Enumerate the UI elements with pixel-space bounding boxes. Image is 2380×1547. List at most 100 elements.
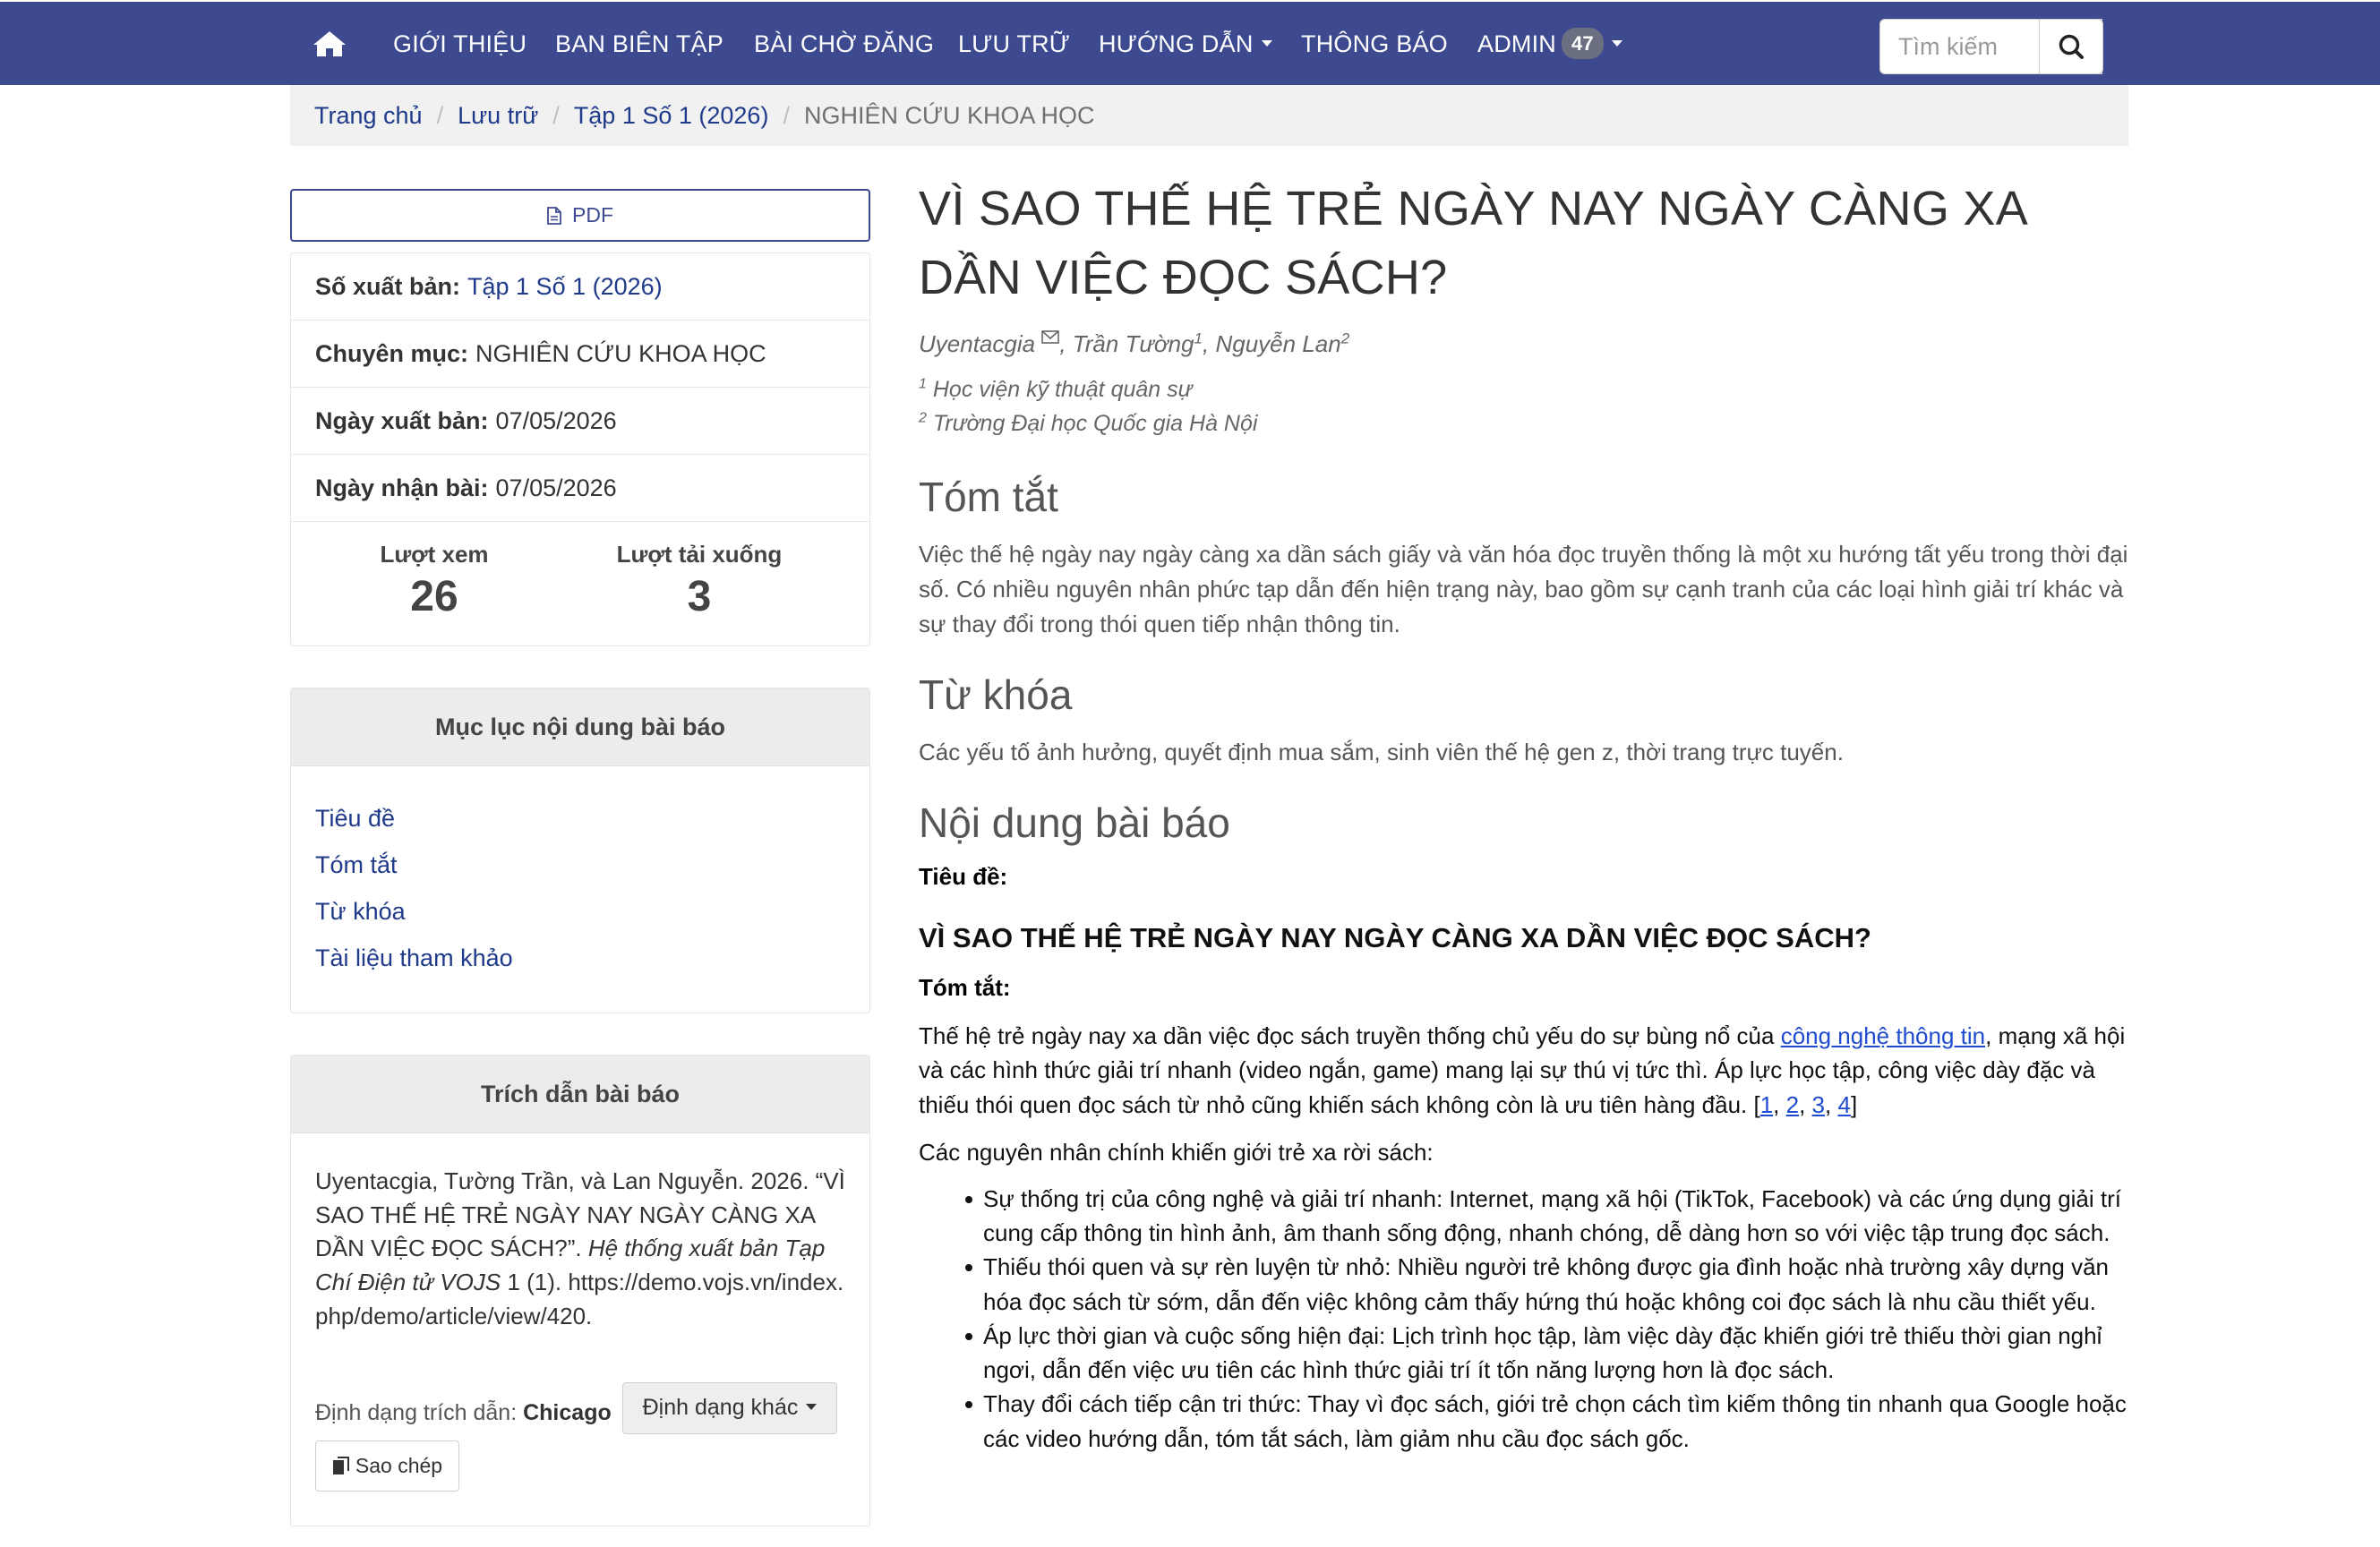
downloads-stat: Lượt tải xuống 3	[574, 538, 825, 623]
keywords-text: Các yếu tố ảnh hưởng, quyết định mua sắm…	[919, 738, 1844, 765]
affiliations: 1 Học viện kỹ thuật quân sự 2 Trường Đại…	[919, 373, 2128, 440]
views-count: 26	[410, 572, 458, 620]
received-row: Ngày nhận bài: 07/05/2026	[291, 455, 869, 522]
keywords-heading: Từ khóa	[919, 671, 1073, 719]
nav-editorial-board[interactable]: BAN BIÊN TẬP	[555, 27, 723, 61]
pdf-label: PDF	[572, 203, 613, 227]
pdf-download-button[interactable]: PDF	[290, 189, 870, 242]
list-item: Áp lực thời gian và cuộc sống hiện đại: …	[965, 1319, 2128, 1387]
citation-title: Trích dẫn bài báo	[291, 1056, 869, 1133]
abstract-text: Việc thế hệ ngày nay ngày càng xa dần sá…	[919, 541, 2128, 638]
ref-link[interactable]: 3	[1812, 1091, 1825, 1118]
citation-format-label: Định dạng trích dẫn:	[315, 1400, 518, 1425]
published-row: Ngày xuất bản: 07/05/2026	[291, 388, 869, 455]
search-icon	[2059, 34, 2084, 59]
author-name: Nguyễn Lan	[1215, 330, 1341, 358]
downloads-label: Lượt tải xuống	[616, 541, 783, 568]
affiliation-2: 2 Trường Đại học Quốc gia Hà Nội	[919, 407, 2128, 441]
content-heading: Nội dung bài báo	[919, 799, 1230, 846]
authors: Uyentacgia , Trần Tường1, Nguyễn Lan2	[919, 328, 2128, 361]
ref-link[interactable]: 1	[1760, 1091, 1773, 1118]
content-abstract-label: Tóm tắt:	[919, 970, 2128, 1004]
section-label: Chuyên mục:	[315, 339, 469, 367]
published-label: Ngày xuất bản:	[315, 406, 489, 434]
chevron-down-icon	[806, 1403, 818, 1410]
section-row: Chuyên mục: NGHIÊN CỨU KHOA HỌC	[291, 321, 869, 388]
nav-announcements[interactable]: THÔNG BÁO	[1301, 27, 1448, 61]
article-info-box: Số xuất bản: Tập 1 Số 1 (2026) Chuyên mụ…	[290, 252, 870, 646]
article-title: VÌ SAO THẾ HỆ TRẺ NGÀY NAY NGÀY CÀNG XA …	[919, 182, 2026, 304]
search-button[interactable]	[2039, 19, 2103, 74]
chevron-down-icon	[1261, 40, 1272, 47]
received-label: Ngày nhận bài:	[315, 474, 489, 501]
issue-link[interactable]: Tập 1 Số 1 (2026)	[467, 269, 663, 303]
copy-button[interactable]: Sao chép	[315, 1440, 459, 1491]
other-format-dropdown[interactable]: Định dạng khác	[622, 1382, 837, 1434]
causes-list: Sự thống trị của công nghệ và giải trí n…	[965, 1182, 2128, 1456]
body-paragraph: Thế hệ trẻ ngày nay xa dần việc đọc sách…	[919, 1022, 2126, 1118]
views-stat: Lượt xem 26	[309, 538, 560, 623]
causes-intro: Các nguyên nhân chính khiến giới trẻ xa …	[919, 1138, 1434, 1166]
breadcrumb-current: NGHIÊN CỨU KHOA HỌC	[803, 101, 1095, 129]
citation-panel: Trích dẫn bài báo Uyentacgia, Tường Trần…	[290, 1055, 870, 1526]
other-format-label: Định dạng khác	[642, 1395, 799, 1421]
toc-item-references[interactable]: Tài liệu tham khảo	[315, 941, 513, 975]
body-text-part: ]	[1850, 1090, 1858, 1118]
nav-guide-label: HƯỚNG DẪN	[1099, 30, 1254, 57]
content-title-label: Tiêu đề:	[919, 859, 2128, 893]
ref-link[interactable]: 4	[1837, 1091, 1850, 1118]
author-name: Trần Tường	[1072, 330, 1194, 358]
breadcrumb-separator: /	[436, 101, 444, 129]
list-item: Thiếu thói quen và sự rèn luyện từ nhỏ: …	[965, 1250, 2128, 1318]
list-item: Thay đổi cách tiếp cận tri thức: Thay vì…	[965, 1387, 2128, 1455]
nav-forthcoming[interactable]: BÀI CHỜ ĐĂNG	[754, 27, 934, 61]
ref-link[interactable]: 2	[1786, 1091, 1799, 1118]
author-separator: ,	[1059, 330, 1073, 358]
affil-marker: 2	[919, 410, 927, 426]
affil-text: Trường Đại học Quốc gia Hà Nội	[932, 410, 1258, 436]
citation-format: Định dạng trích dẫn: Chicago	[315, 1397, 612, 1430]
section-value: NGHIÊN CỨU KHOA HỌC	[475, 339, 766, 367]
toc-item-keywords[interactable]: Từ khóa	[315, 894, 406, 928]
affil-marker: 1	[919, 376, 927, 392]
issue-label: Số xuất bản:	[315, 272, 461, 300]
breadcrumb-home[interactable]: Trang chủ	[314, 98, 423, 132]
content-title-label-text: Tiêu đề:	[919, 862, 1008, 890]
citation-text: Uyentacgia, Tường Trần, và Lan Nguyễn. 2…	[315, 1165, 852, 1333]
nav-guide[interactable]: HƯỚNG DẪN	[1099, 27, 1272, 61]
nav-archive[interactable]: LƯU TRỮ	[958, 27, 1070, 61]
email-icon[interactable]	[1041, 330, 1060, 345]
file-icon	[547, 206, 561, 225]
top-navbar: GIỚI THIỆU BAN BIÊN TẬP BÀI CHỜ ĐĂNG LƯU…	[0, 2, 2380, 85]
author-name: Uyentacgia	[919, 330, 1036, 358]
issue-row: Số xuất bản: Tập 1 Số 1 (2026)	[291, 253, 869, 321]
views-label: Lượt xem	[380, 541, 489, 568]
nav-about[interactable]: GIỚI THIỆU	[393, 27, 527, 61]
toc-item-title[interactable]: Tiêu đề	[315, 801, 395, 835]
inline-link[interactable]: công nghệ thông tin	[1781, 1022, 1985, 1049]
breadcrumb-archive[interactable]: Lưu trữ	[458, 98, 538, 132]
received-value: 07/05/2026	[495, 474, 617, 501]
body-text-part: Thế hệ trẻ ngày nay xa dần việc đọc sách…	[919, 1022, 1781, 1050]
notification-badge: 47	[1562, 28, 1604, 60]
abstract-heading: Tóm tắt	[919, 474, 1058, 521]
home-icon[interactable]	[312, 30, 347, 57]
toc-item-abstract[interactable]: Tóm tắt	[315, 848, 398, 882]
citation-format-value: Chicago	[523, 1400, 612, 1425]
author-separator: ,	[1203, 330, 1216, 358]
downloads-count: 3	[687, 572, 712, 620]
affiliation-1: 1 Học viện kỹ thuật quân sự	[919, 373, 2128, 407]
article-main: VÌ SAO THẾ HỆ TRẺ NGÀY NAY NGÀY CÀNG XA …	[919, 175, 2128, 1456]
breadcrumb: Trang chủ / Lưu trữ / Tập 1 Số 1 (2026) …	[290, 85, 2128, 146]
nav-admin-label: ADMIN	[1477, 30, 1556, 57]
nav-admin[interactable]: ADMIN 47	[1477, 27, 1622, 61]
breadcrumb-issue[interactable]: Tập 1 Số 1 (2026)	[574, 98, 769, 132]
breadcrumb-separator: /	[552, 101, 560, 129]
affil-text: Học viện kỹ thuật quân sự	[932, 377, 1193, 403]
published-value: 07/05/2026	[495, 406, 617, 434]
author-affil-marker: 1	[1194, 329, 1203, 347]
chevron-down-icon	[1611, 40, 1622, 47]
content-abstract-label-text: Tóm tắt:	[919, 973, 1011, 1001]
breadcrumb-separator: /	[783, 101, 790, 129]
toc-title: Mục lục nội dung bài báo	[291, 688, 869, 766]
